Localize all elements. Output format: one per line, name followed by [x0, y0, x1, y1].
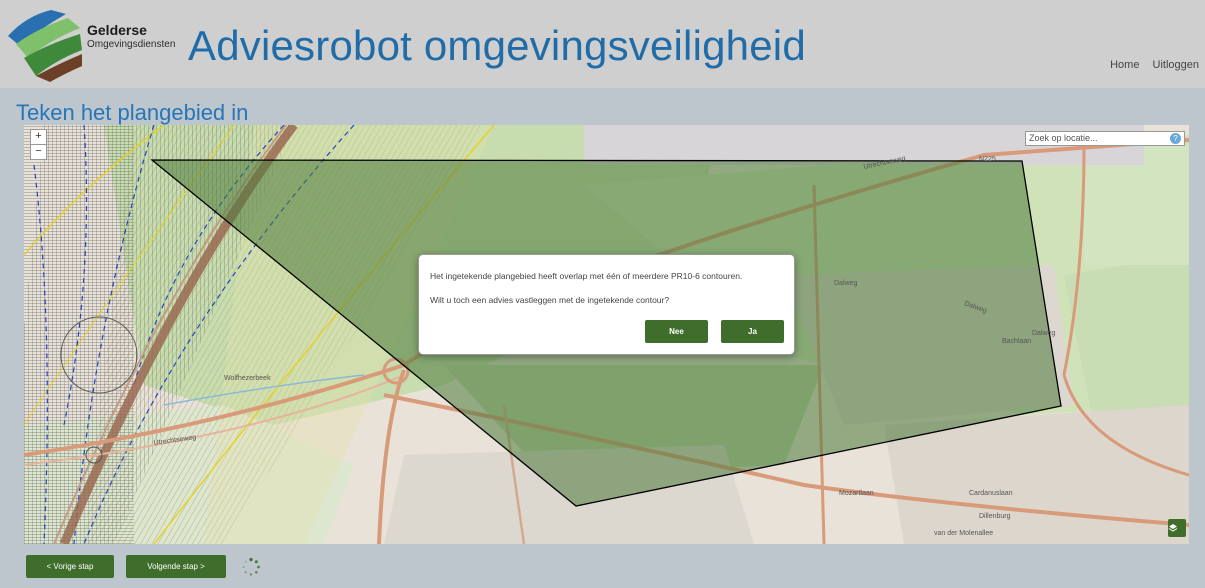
org-subtitle: Omgevingsdiensten: [87, 39, 176, 50]
nav-logout-link[interactable]: Uitloggen: [1153, 59, 1199, 71]
previous-step-button[interactable]: < Vorige stap: [26, 555, 114, 578]
dialog-message-confirm: Wilt u toch een advies vastleggen met de…: [430, 295, 670, 305]
svg-text:Dillenburg: Dillenburg: [979, 513, 1011, 520]
svg-text:Dalweg: Dalweg: [1032, 330, 1055, 337]
app-title: Adviesrobot omgevingsveiligheid: [188, 22, 806, 69]
svg-text:N225: N225: [979, 156, 996, 163]
org-name: Gelderse: [87, 22, 147, 38]
next-step-button[interactable]: Volgende stap >: [126, 555, 226, 578]
zoom-out-button[interactable]: −: [30, 144, 47, 160]
dialog-message-overlap: Het ingetekende plangebied heeft overlap…: [430, 271, 743, 281]
help-icon[interactable]: ?: [1170, 133, 1181, 144]
no-button[interactable]: Nee: [645, 320, 708, 343]
gelderse-logo: [8, 10, 82, 82]
loading-spinner-icon: [242, 557, 260, 576]
svg-text:Cardanuslaan: Cardanuslaan: [969, 490, 1013, 497]
nav-home-link[interactable]: Home: [1110, 59, 1139, 71]
svg-text:Mozartlaan: Mozartlaan: [839, 490, 874, 497]
svg-text:Bachlaan: Bachlaan: [1002, 338, 1031, 345]
svg-text:Dalweg: Dalweg: [834, 280, 857, 287]
svg-text:Wolfhezerbeek: Wolfhezerbeek: [224, 375, 271, 382]
location-search-input[interactable]: Zoek op locatie...: [1025, 131, 1185, 146]
layers-icon[interactable]: [1168, 519, 1186, 537]
yes-button[interactable]: Ja: [721, 320, 784, 343]
svg-text:van der Molenallee: van der Molenallee: [934, 530, 993, 537]
overlap-warning-dialog: Het ingetekende plangebied heeft overlap…: [418, 254, 795, 355]
step-title: Teken het plangebied in: [16, 100, 249, 125]
app-header: Gelderse Omgevingsdiensten Adviesrobot o…: [0, 0, 1205, 88]
zoom-in-button[interactable]: +: [30, 129, 47, 145]
top-nav: Home Uitloggen: [1100, 59, 1199, 71]
